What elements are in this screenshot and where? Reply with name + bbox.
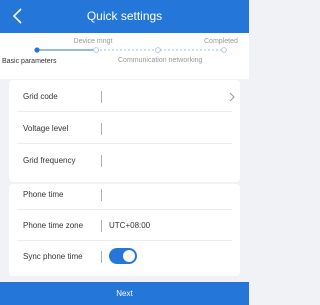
phone-time-row[interactable]: Phone time	[9, 180, 240, 210]
next-button-label: Next	[116, 289, 133, 298]
step-dot-basic	[34, 47, 40, 53]
row-divider	[101, 155, 102, 167]
step-progress: Basic parameters Device mngt Communicati…	[0, 33, 249, 79]
toggle-knob	[123, 250, 135, 262]
row-separator	[17, 209, 232, 210]
grid-code-label: Grid code	[23, 92, 58, 101]
phone-time-label: Phone time	[23, 190, 64, 199]
row-divider	[101, 189, 102, 201]
voltage-level-label: Voltage level	[23, 124, 69, 133]
grid-frequency-label: Grid frequency	[23, 156, 76, 165]
voltage-level-row[interactable]: Voltage level	[9, 114, 240, 144]
row-separator	[17, 143, 232, 144]
grid-parameters-card: Grid code Voltage level Grid frequency	[9, 80, 240, 182]
row-divider	[101, 220, 102, 232]
sync-phone-time-label: Sync phone time	[23, 252, 83, 261]
row-divider	[101, 123, 102, 135]
step-label-device-mngt: Device mngt	[73, 38, 113, 45]
step-label-communication-networking: Communication networking	[118, 57, 203, 64]
step-label-basic-parameters: Basic parameters	[2, 58, 57, 65]
row-separator	[17, 111, 232, 112]
phone-time-card: Phone time Phone time zone UTC+08:00 Syn…	[9, 184, 240, 276]
phone-time-zone-label: Phone time zone	[23, 221, 84, 230]
phone-time-zone-value: UTC+08:00	[109, 221, 151, 230]
row-divider	[101, 251, 102, 263]
chevron-right-icon	[229, 92, 235, 102]
step-dot-completed	[221, 47, 227, 53]
step-label-completed: Completed	[204, 38, 238, 45]
page-title: Quick settings	[86, 9, 163, 23]
grid-code-row[interactable]: Grid code	[9, 82, 240, 112]
grid-frequency-row[interactable]: Grid frequency	[9, 146, 240, 176]
row-separator	[17, 240, 232, 241]
step-dot-comm	[155, 47, 161, 53]
sync-phone-time-toggle[interactable]	[109, 248, 137, 264]
sync-phone-time-row: Sync phone time	[9, 242, 240, 272]
step-dot-device	[93, 47, 99, 53]
next-button[interactable]: Next	[0, 282, 249, 305]
title-bar: Quick settings	[0, 0, 249, 33]
row-divider	[101, 91, 102, 103]
phone-time-zone-row[interactable]: Phone time zone UTC+08:00	[9, 211, 240, 241]
